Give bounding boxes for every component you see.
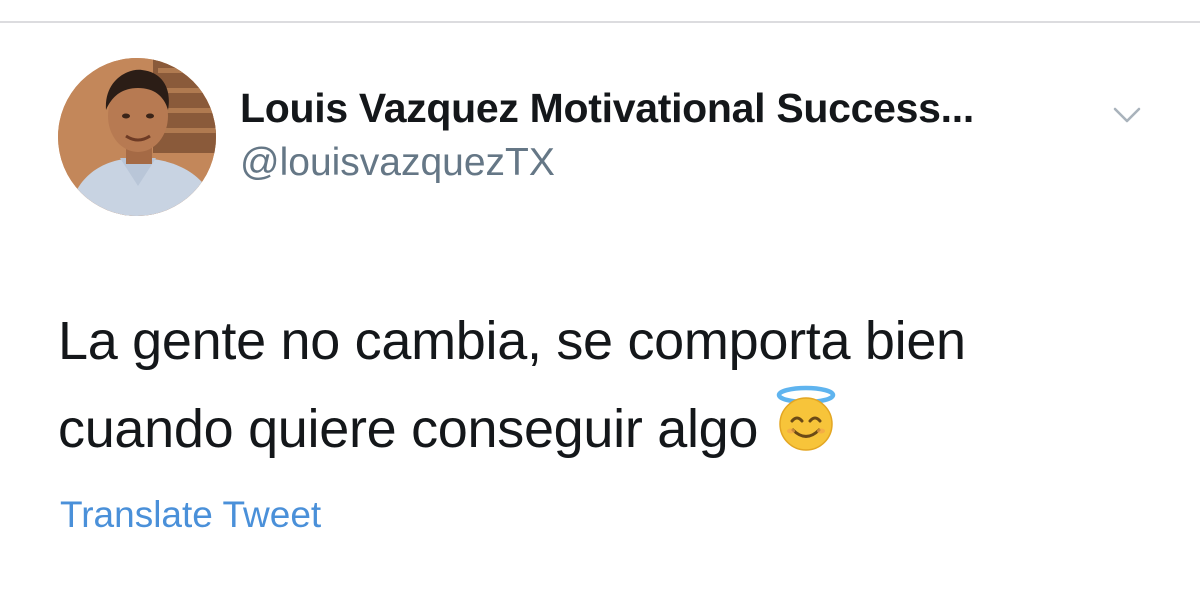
tweet-text: La gente no cambia, se comporta bien cua… (58, 297, 1158, 473)
tweet-text-line: cuando quiere conseguir algo (58, 385, 1158, 473)
tweet-text-line-content: cuando quiere conseguir algo (58, 399, 759, 459)
chevron-down-icon (1113, 107, 1141, 123)
author-display-name[interactable]: Louis Vazquez Motivational Success... (240, 84, 974, 132)
author-handle[interactable]: @louisvazquezTX (240, 140, 555, 186)
tweet-menu-button[interactable] (1104, 96, 1150, 136)
translate-tweet-link[interactable]: Translate Tweet (60, 493, 321, 537)
smiling-face-with-halo-icon (772, 385, 840, 453)
avatar[interactable] (58, 58, 216, 216)
tweet-text-line: La gente no cambia, se comporta bien (58, 311, 966, 371)
avatar-image (58, 58, 216, 216)
top-divider (0, 21, 1200, 23)
